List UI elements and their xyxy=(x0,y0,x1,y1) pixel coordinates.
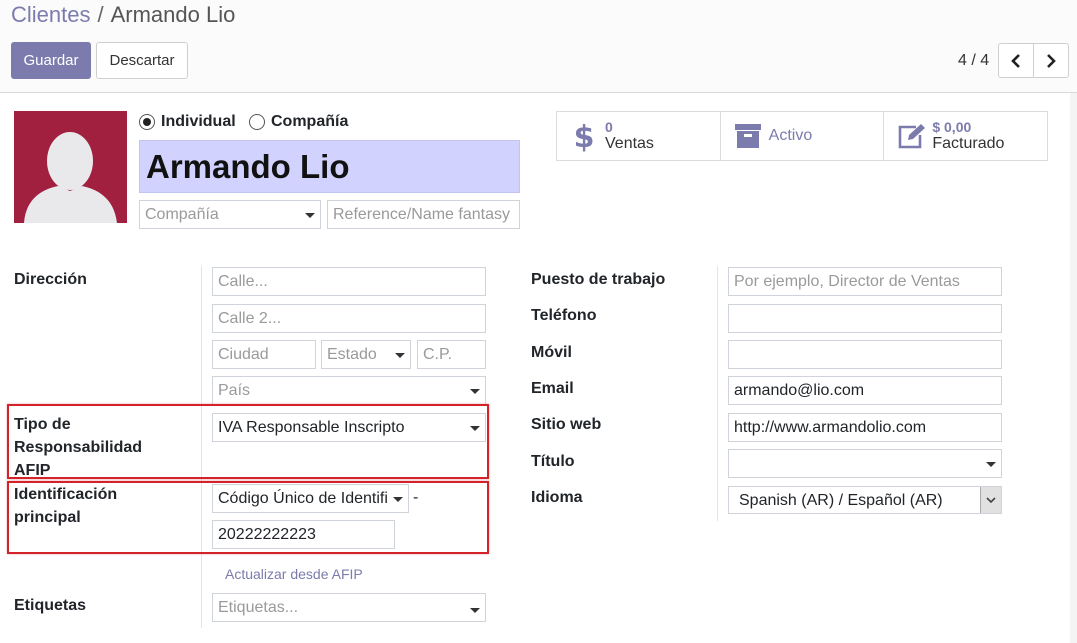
state-select[interactable]: Estado xyxy=(321,340,411,369)
company-placeholder: Compañía xyxy=(145,206,219,223)
dropdown-caret-icon xyxy=(393,497,403,502)
dropdown-caret-icon xyxy=(470,389,480,394)
edit-icon xyxy=(894,119,928,153)
breadcrumb-separator: / xyxy=(97,2,104,27)
breadcrumb-clientes-link[interactable]: Clientes xyxy=(11,2,90,27)
address-label: Dirección xyxy=(14,271,87,288)
dropdown-caret-icon xyxy=(305,213,315,218)
stat-buttons: $ 0 Ventas Activo $ 0,00 Facturado xyxy=(556,111,1048,161)
job-label: Puesto de trabajo xyxy=(531,271,666,288)
dropdown-caret-icon xyxy=(470,426,480,431)
person-placeholder-icon xyxy=(24,132,117,223)
invoiced-stat-button[interactable]: $ 0,00 Facturado xyxy=(884,112,1047,160)
tags-placeholder: Etiquetas... xyxy=(218,599,299,616)
partner-name-input[interactable]: Armando Lio xyxy=(139,140,520,193)
title-label: Título xyxy=(531,453,575,470)
city-input[interactable]: Ciudad xyxy=(212,340,316,369)
breadcrumb: Clientes / Armando Lio xyxy=(11,2,235,28)
save-button[interactable]: Guardar xyxy=(11,42,91,79)
identification-label-line2: principal xyxy=(14,509,81,526)
sales-count: 0 xyxy=(605,119,613,135)
update-from-afip-link[interactable]: Actualizar desde AFIP xyxy=(225,566,363,582)
title-select[interactable] xyxy=(728,449,1002,478)
afip-label-line1: Tipo de xyxy=(14,416,71,433)
type-individual-label: Individual xyxy=(161,113,236,130)
website-input[interactable]: http://www.armandolio.com xyxy=(728,413,1002,442)
type-company-label: Compañía xyxy=(271,113,349,130)
radio-selected-icon xyxy=(139,114,155,130)
dropdown-caret-icon xyxy=(470,608,480,613)
pager-value[interactable]: 4 / 4 xyxy=(958,52,989,70)
page-scrollbar[interactable] xyxy=(1070,93,1077,643)
type-individual-radio[interactable]: Individual xyxy=(139,113,236,131)
phone-input[interactable] xyxy=(728,304,1002,333)
pager-previous-button[interactable] xyxy=(998,43,1034,78)
country-placeholder: País xyxy=(218,382,251,399)
job-placeholder: Por ejemplo, Director de Ventas xyxy=(734,273,960,290)
active-stat-button[interactable]: Activo xyxy=(721,112,885,160)
chevron-down-icon xyxy=(986,496,996,503)
archive-icon xyxy=(731,119,765,153)
company-select[interactable]: Compañía xyxy=(139,200,321,229)
sales-label: Ventas xyxy=(605,135,654,152)
identification-type-select[interactable]: Código Único de Identifi xyxy=(212,484,409,513)
type-company-radio[interactable]: Compañía xyxy=(249,113,348,131)
language-value: Spanish (AR) / Español (AR) xyxy=(739,492,943,509)
invoiced-amount: $ 0,00 xyxy=(932,119,972,135)
tags-label: Etiquetas xyxy=(14,597,87,614)
avatar[interactable] xyxy=(14,111,127,223)
chevron-right-icon xyxy=(1047,53,1056,68)
pager-next-button[interactable] xyxy=(1033,43,1069,78)
sales-stat-button[interactable]: $ 0 Ventas xyxy=(557,112,721,160)
tags-input[interactable]: Etiquetas... xyxy=(212,593,486,622)
mobile-input[interactable] xyxy=(728,340,1002,369)
language-select-arrow[interactable] xyxy=(980,487,1001,513)
invoiced-label: Facturado xyxy=(932,135,1005,152)
city-placeholder: Ciudad xyxy=(218,346,269,363)
street2-input[interactable]: Calle 2... xyxy=(212,304,486,333)
reference-input[interactable]: Reference/Name fantasy xyxy=(327,200,520,229)
job-input[interactable]: Por ejemplo, Director de Ventas xyxy=(728,267,1002,296)
right-column-divider xyxy=(717,266,718,521)
identification-type-value: Código Único de Identifi xyxy=(218,490,388,507)
radio-unselected-icon xyxy=(249,114,265,130)
mobile-label: Móvil xyxy=(531,344,572,361)
email-label: Email xyxy=(531,380,574,397)
identification-number-input[interactable]: 20222222223 xyxy=(212,520,395,549)
svg-text:$: $ xyxy=(574,120,595,152)
dollar-icon: $ xyxy=(567,119,601,153)
email-input[interactable]: armando@lio.com xyxy=(728,376,1002,405)
reference-placeholder: Reference/Name fantasy xyxy=(333,206,510,223)
dropdown-caret-icon xyxy=(395,353,405,358)
afip-label-line3: AFIP xyxy=(14,462,51,479)
afip-responsibility-value: IVA Responsable Inscripto xyxy=(218,419,405,436)
control-panel: Clientes / Armando Lio Guardar Descartar 4… xyxy=(0,0,1077,93)
identification-label: Identificación principal xyxy=(14,483,117,529)
chevron-left-icon xyxy=(1011,53,1020,68)
afip-responsibility-select[interactable]: IVA Responsable Inscripto xyxy=(212,413,486,442)
afip-responsibility-label: Tipo de Responsabilidad AFIP xyxy=(14,413,142,482)
street-placeholder: Calle... xyxy=(218,273,268,290)
website-label: Sitio web xyxy=(531,416,602,433)
street-input[interactable]: Calle... xyxy=(212,267,486,296)
afip-label-line2: Responsabilidad xyxy=(14,439,143,456)
dropdown-caret-icon xyxy=(986,462,996,467)
language-select[interactable]: Spanish (AR) / Español (AR) xyxy=(728,486,1002,514)
phone-label: Teléfono xyxy=(531,307,597,324)
zip-placeholder: C.P. xyxy=(423,346,453,363)
discard-button[interactable]: Descartar xyxy=(96,42,188,79)
identification-dash: - xyxy=(413,489,419,506)
identification-label-line1: Identificación xyxy=(14,486,118,503)
breadcrumb-current: Armando Lio xyxy=(110,2,236,27)
zip-input[interactable]: C.P. xyxy=(417,340,486,369)
language-label: Idioma xyxy=(531,489,583,506)
state-placeholder: Estado xyxy=(327,346,377,363)
country-select[interactable]: País xyxy=(212,376,486,405)
active-label: Activo xyxy=(768,127,813,144)
street2-placeholder: Calle 2... xyxy=(218,310,282,327)
